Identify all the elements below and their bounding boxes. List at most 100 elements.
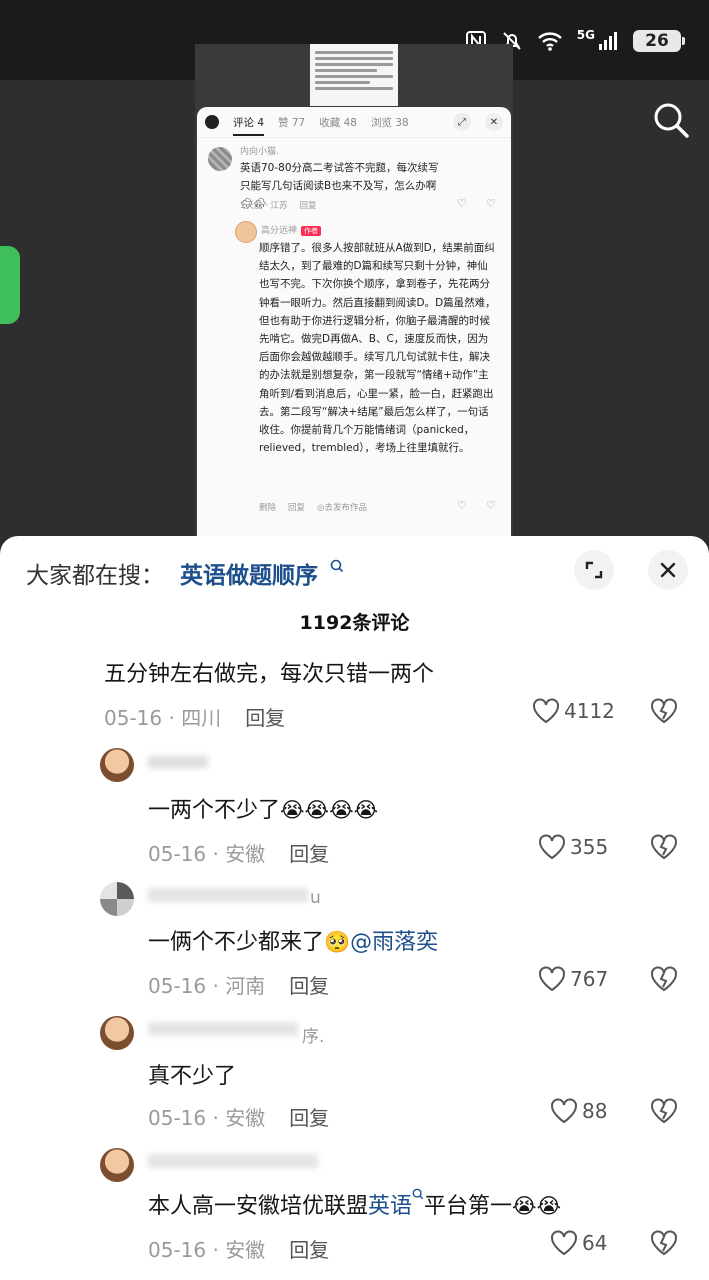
embedded-username-1: 内向小猫. [240,147,279,157]
dislike-button[interactable] [650,834,678,864]
like-count: 355 [570,835,609,859]
search-suggest-link[interactable]: 英语做题顺序 [180,556,318,590]
keyword-search-icon [412,1188,424,1200]
comment-username[interactable]: u [310,888,321,908]
pleading-emoji: 🥺 [324,930,351,954]
like-count: 64 [582,1231,608,1255]
avatar[interactable] [100,1016,134,1050]
keyword-link[interactable]: 英语 [368,1194,412,1219]
comment-date: 05-16 · 安徽 [148,1238,266,1262]
comment-text-rest: 平台第一 [424,1194,513,1219]
avatar[interactable] [100,748,134,782]
search-suggest-icon [330,558,344,577]
broken-heart-icon [651,834,677,860]
top-search-icon[interactable] [651,100,691,140]
comment-text: 一两个不少了 [148,798,281,823]
broken-heart-icon [651,966,677,992]
heart-icon [539,966,565,992]
comment-username-blurred[interactable] [148,1154,318,1168]
comment-meta: 05-16 · 安徽 回复 [148,1234,329,1263]
like-count: 767 [570,967,609,991]
embedded-expand-icon: ⤢ [453,113,471,131]
wifi-icon [537,32,562,51]
crying-emoji: 😭😭😭😭 [280,798,379,822]
reply-button[interactable]: 回复 [289,1102,329,1131]
heart-icon [551,1098,577,1124]
network-type: 5G [576,28,595,42]
broken-heart-icon [651,1098,677,1124]
expand-button[interactable] [574,550,614,590]
embedded-avatar-2 [235,221,257,243]
comment-meta: 05-16 · 安徽 回复 [148,1102,329,1131]
embedded-delete: 删除 [259,503,277,513]
broken-heart-icon [651,1230,677,1256]
side-chat-tab[interactable] [0,246,20,324]
comment-text-wrap: 一俩个不少都来了🥺@雨落奕 [148,924,438,956]
close-button[interactable] [648,550,688,590]
embedded-comment-2: 顺序错了。很多人按部就班从A做到D，结果前面纠结太久，到了最难的D篇和续写只剩十… [259,242,496,455]
embedded-publish: ◎去发布作品 [317,503,367,513]
comment-username[interactable] [148,756,208,768]
broken-heart-icon [651,698,677,724]
like-button[interactable]: 355 [538,834,608,860]
embedded-heart-icon-2: ♡ [457,499,467,512]
embedded-username-2-text: 高分远神 [261,226,298,236]
comment-text-wrap: 一两个不少了😭😭😭😭 [148,792,378,824]
reply-button[interactable]: 回复 [289,970,329,999]
embedded-avatar-1 [208,147,232,171]
comment-date: 05-16 · 安徽 [148,1106,266,1130]
comment-text-wrap: 本人高一安徽培优联盟英语 平台第一😭😭 [148,1188,561,1220]
comment-count: 1192条评论 [299,612,410,634]
comment-date: 05-16 · 安徽 [148,842,266,866]
comment-sheet: 大家都在搜： 英语做题顺序 1192条评论 五分钟左右做完，每次只错一两个 05… [0,536,709,1280]
comment-meta: 05-16 · 安徽 回复 [148,838,329,867]
comment-text: 一俩个不少都来了 [148,930,325,955]
reply-button[interactable]: 回复 [245,702,285,731]
like-button[interactable]: 767 [538,966,608,992]
embedded-screenshot: 评论 4 赞 77 收藏 48 浏览 38 ⤢ ✕ 内向小猫. 英语70-80分… [197,107,511,537]
embedded-heart-icon-1: ♡ [457,197,467,210]
embedded-close-icon: ✕ [485,113,503,131]
dislike-button[interactable] [650,1098,678,1128]
author-tag: 作者 [301,225,322,236]
embedded-tabs: 评论 4 赞 77 收藏 48 浏览 38 ⤢ ✕ [197,107,511,138]
embedded-time-1: 1天前 · 江苏 [240,201,288,211]
comment-username-blurred[interactable] [148,888,308,902]
comment-text: 五分钟左右做完，每次只错一两个 [104,662,435,687]
comment-text: 真不少了 [148,1064,237,1089]
comment-username[interactable]: 序. [302,1022,324,1047]
like-button[interactable]: 4112 [532,698,615,724]
embedded-dislike-icon-1: ♡ [486,197,496,210]
comment-text: 本人高一安徽培优联盟 [148,1194,369,1219]
close-icon [660,562,676,578]
signal-icon [599,32,617,50]
reply-button[interactable]: 回复 [289,838,329,867]
like-button[interactable]: 88 [550,1098,607,1124]
heart-icon [551,1230,577,1256]
mention-link[interactable]: @雨落奕 [350,930,438,955]
avatar[interactable] [100,882,134,916]
like-count: 4112 [564,699,615,723]
heart-icon [533,698,559,724]
search-suggest-label: 大家都在搜： [26,563,164,589]
avatar[interactable] [100,1148,134,1182]
comment-date: 05-16 · 四川 [104,706,222,730]
comment-meta: 05-16 · 四川 回复 [104,702,285,731]
embedded-tab-views: 浏览 38 [370,116,409,129]
like-count: 88 [582,1099,608,1123]
embedded-meta-2: 删除 回复 ◎去发布作品 [259,501,367,513]
comment-meta: 05-16 · 河南 回复 [148,970,329,999]
expand-icon [585,561,603,579]
comment-username-blurred[interactable] [148,1022,298,1036]
sheet-header: 大家都在搜： 英语做题顺序 [0,536,709,606]
dislike-button[interactable] [650,698,678,728]
dislike-button[interactable] [650,1230,678,1260]
app-logo-icon [205,115,219,129]
like-button[interactable]: 64 [550,1230,607,1256]
reply-button[interactable]: 回复 [289,1234,329,1263]
embedded-username-2: 高分远神 作者 [261,223,322,236]
embedded-tab-likes: 赞 77 [278,116,306,129]
embedded-tab-favorites: 收藏 48 [319,116,357,129]
dislike-button[interactable] [650,966,678,996]
document-thumbnail [310,44,398,106]
